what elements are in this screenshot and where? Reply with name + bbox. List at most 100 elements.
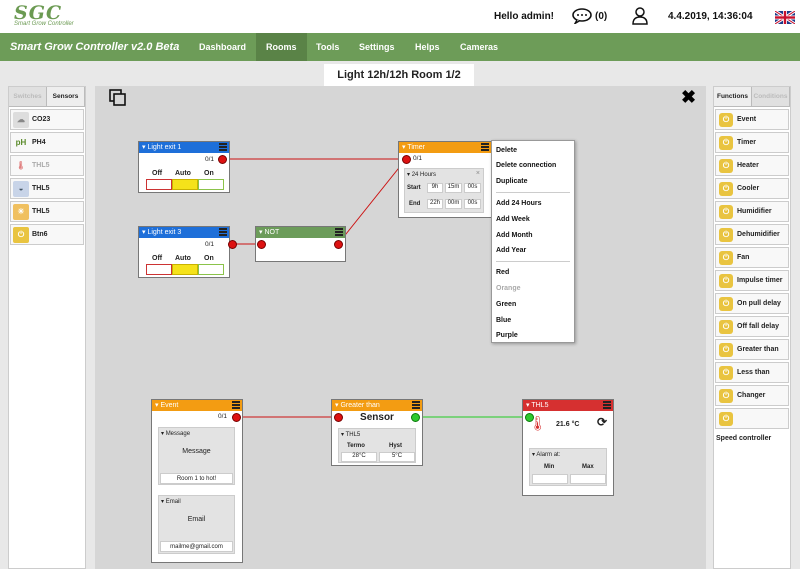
switch-on[interactable]: [198, 179, 224, 190]
nav-cameras[interactable]: Cameras: [450, 33, 508, 61]
tab-functions[interactable]: Functions: [714, 87, 752, 106]
tab-sensors[interactable]: Sensors: [47, 87, 85, 106]
switch-auto[interactable]: [172, 179, 198, 190]
menu-icon[interactable]: [219, 228, 227, 236]
tab-conditions[interactable]: Conditions: [752, 87, 790, 106]
input-port[interactable]: [525, 413, 534, 422]
menu-add-week[interactable]: Add Week: [496, 216, 530, 223]
node-header[interactable]: ▾ NOT: [256, 227, 345, 238]
close-section-icon[interactable]: ×: [476, 170, 480, 177]
switch-off[interactable]: [146, 264, 172, 275]
menu-add-year[interactable]: Add Year: [496, 247, 526, 254]
end-minutes[interactable]: 00m: [445, 199, 462, 209]
end-hours[interactable]: 22h: [427, 199, 443, 209]
sensor-item-thl5-light[interactable]: ☀ THL5: [10, 201, 84, 222]
logo[interactable]: SGC Smart Grow Controller: [14, 2, 74, 27]
menu-icon[interactable]: [219, 143, 227, 151]
max-input[interactable]: [570, 474, 606, 484]
menu-add-24-hours[interactable]: Add 24 Hours: [496, 200, 542, 207]
menu-blue[interactable]: Blue: [496, 317, 511, 324]
output-port[interactable]: [334, 240, 343, 249]
refresh-icon[interactable]: ⟳: [597, 415, 607, 429]
node-light-exit-3[interactable]: ▾ Light exit 3 0/1 Off Auto On: [138, 226, 230, 278]
menu-green[interactable]: Green: [496, 301, 516, 308]
nav-dashboard[interactable]: Dashboard: [189, 33, 256, 61]
hyst-input[interactable]: 5°C: [379, 452, 415, 462]
start-hours[interactable]: 9h: [427, 183, 443, 193]
menu-delete[interactable]: Delete: [496, 147, 517, 154]
nav-rooms[interactable]: Rooms: [256, 33, 307, 61]
start-minutes[interactable]: 15m: [445, 183, 462, 193]
uk-flag-icon[interactable]: [775, 11, 795, 24]
input-port[interactable]: [402, 155, 411, 164]
function-item[interactable]: ⏻ On pull delay: [715, 293, 789, 314]
menu-duplicate[interactable]: Duplicate: [496, 178, 528, 185]
message-count[interactable]: (0): [595, 11, 607, 22]
menu-red[interactable]: Red: [496, 269, 509, 276]
function-item[interactable]: ⏻: [715, 408, 789, 429]
node-header[interactable]: ▾ Greater than: [332, 400, 422, 411]
switch-on[interactable]: [198, 264, 224, 275]
sensor-item-thl5-gauge[interactable]: ◒ THL5: [10, 178, 84, 199]
tab-switches[interactable]: Switches: [9, 87, 47, 106]
context-menu: Delete Delete connection Duplicate Add 2…: [491, 140, 575, 343]
menu-icon[interactable]: [603, 401, 611, 409]
sensor-item-ph4[interactable]: pH PH4: [10, 132, 84, 153]
node-header[interactable]: ▾ THL5: [523, 400, 613, 411]
chat-icon[interactable]: [572, 8, 592, 24]
nav-settings[interactable]: Settings: [349, 33, 405, 61]
menu-add-month[interactable]: Add Month: [496, 232, 533, 239]
node-thl5[interactable]: ▾ THL5 🌡 21.6 °C ⟳ ▾ Alarm at: Min Max: [522, 399, 614, 496]
output-port[interactable]: [232, 413, 241, 422]
output-port[interactable]: [411, 413, 420, 422]
function-item[interactable]: ⏻ Heater: [715, 155, 789, 176]
node-timer[interactable]: ▾ Timer 0/1 ▾ 24 Hours × Start 9h 15m 00…: [398, 141, 492, 218]
nav-tools[interactable]: Tools: [306, 33, 349, 61]
menu-icon[interactable]: [412, 401, 420, 409]
function-item[interactable]: ⏻ Dehumidifier: [715, 224, 789, 245]
nav-helps[interactable]: Helps: [405, 33, 450, 61]
node-header[interactable]: ▾ Light exit 1: [139, 142, 229, 153]
output-port[interactable]: [218, 155, 227, 164]
menu-icon[interactable]: [335, 228, 343, 236]
menu-icon[interactable]: [232, 401, 240, 409]
function-item[interactable]: ⏻ Cooler: [715, 178, 789, 199]
email-input[interactable]: mailme@gmail.com: [160, 541, 233, 552]
function-item[interactable]: ⏻ Greater than: [715, 339, 789, 360]
output-port[interactable]: [228, 240, 237, 249]
function-item[interactable]: ⏻ Humidifier: [715, 201, 789, 222]
switch-off[interactable]: [146, 179, 172, 190]
message-input[interactable]: Room 1 to hot!: [160, 473, 233, 484]
menu-purple[interactable]: Purple: [496, 332, 518, 339]
end-seconds[interactable]: 00s: [464, 199, 481, 209]
function-item[interactable]: ⏻ Timer: [715, 132, 789, 153]
node-greater-than[interactable]: ▾ Greater than Sensor ▾ THL5 Termo Hyst …: [331, 399, 423, 466]
power-icon: ⏻: [719, 342, 733, 357]
sensor-item-co23[interactable]: ☁ CO23: [10, 109, 84, 130]
sensor-item-btn6[interactable]: ⏻ Btn6: [10, 224, 84, 245]
node-event[interactable]: ▾ Event 0/1 ▾ Message Message Room 1 to …: [151, 399, 243, 563]
menu-delete-connection[interactable]: Delete connection: [496, 162, 556, 169]
node-not[interactable]: ▾ NOT: [255, 226, 346, 262]
function-item[interactable]: ⏻ Event: [715, 109, 789, 130]
node-header[interactable]: ▾ Timer: [399, 142, 491, 153]
termo-input[interactable]: 28°C: [341, 452, 377, 462]
menu-separator: [496, 261, 570, 262]
sensor-item-thl5-temp[interactable]: 🌡 THL5: [10, 155, 84, 176]
function-item[interactable]: ⏻ Impulse timer: [715, 270, 789, 291]
logic-canvas[interactable]: ✖ ▾ Light exit 1 0/1 Off Auto On ▾ Light…: [95, 86, 706, 569]
user-icon[interactable]: [632, 7, 648, 25]
input-port[interactable]: [334, 413, 343, 422]
function-item[interactable]: ⏻ Changer: [715, 385, 789, 406]
input-port[interactable]: [257, 240, 266, 249]
node-header[interactable]: ▾ Event: [152, 400, 242, 411]
function-item[interactable]: ⏻ Fan: [715, 247, 789, 268]
switch-auto[interactable]: [172, 264, 198, 275]
function-item[interactable]: ⏻ Off fall delay: [715, 316, 789, 337]
function-item[interactable]: ⏻ Less than: [715, 362, 789, 383]
node-header[interactable]: ▾ Light exit 3: [139, 227, 229, 238]
menu-icon[interactable]: [481, 143, 489, 151]
start-seconds[interactable]: 00s: [464, 183, 481, 193]
node-light-exit-1[interactable]: ▾ Light exit 1 0/1 Off Auto On: [138, 141, 230, 193]
min-input[interactable]: [532, 474, 568, 484]
